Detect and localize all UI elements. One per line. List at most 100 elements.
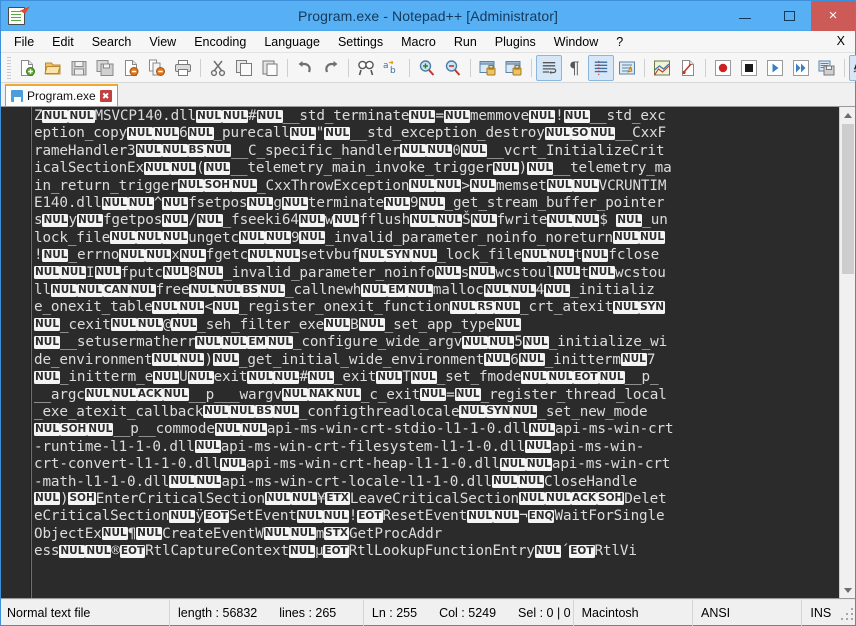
control-char-nul: NUL (521, 248, 548, 262)
control-char-nul: NUL (459, 405, 486, 419)
control-char-nul: NUL (162, 266, 189, 280)
menu-item-macro[interactable]: Macro (392, 33, 445, 51)
control-char-nul: NUL (212, 300, 239, 314)
redo-icon[interactable] (318, 55, 344, 81)
control-char-nul: NUL (334, 388, 361, 401)
control-char-eot: EOT (569, 544, 595, 558)
control-char-nul: NUL (50, 283, 77, 297)
control-char-nul: NUL (34, 422, 61, 436)
menu-item-help[interactable]: ? (607, 33, 632, 51)
tab-bar: Program.exe ✖ (1, 83, 855, 107)
zoom-out-icon[interactable] (440, 55, 466, 81)
spell-check-icon[interactable]: ABC (849, 54, 856, 81)
control-char-nul: NUL (519, 492, 546, 506)
control-char-nul: NUL (221, 335, 248, 349)
control-char-nul: NUL (143, 161, 170, 175)
zoom-in-icon[interactable] (414, 55, 440, 81)
toolbar-gripper[interactable] (7, 56, 11, 79)
replace-icon[interactable]: a b (379, 55, 405, 81)
control-char-nul: NUL (289, 527, 316, 541)
stop-macro-icon[interactable] (736, 55, 762, 81)
control-char-nak: NAK (307, 388, 335, 401)
editor-text-content[interactable]: ZNUL NULMSVCP140.dllNUL NUL#NUL__std_termi… (32, 107, 839, 598)
control-char-nul: NUL (288, 544, 315, 558)
control-char-nul: NUL (493, 509, 520, 523)
menu-item-view[interactable]: View (140, 33, 185, 51)
control-char-nul: NUL (454, 388, 481, 401)
status-insert-mode: INS (810, 605, 832, 620)
menu-item-encoding[interactable]: Encoding (185, 33, 255, 51)
find-icon[interactable] (353, 55, 379, 81)
menu-item-plugins[interactable]: Plugins (486, 33, 545, 51)
control-char-nul: NUL (177, 179, 204, 193)
paste-icon[interactable] (257, 55, 283, 81)
user-defined-dialog-icon[interactable] (614, 55, 640, 81)
control-char-nul: NUL (582, 248, 609, 262)
control-char-nul: NUL (34, 492, 61, 506)
tab-close-icon[interactable]: ✖ (99, 90, 112, 102)
menu-item-settings[interactable]: Settings (329, 33, 392, 51)
save-icon[interactable] (66, 55, 92, 81)
control-char-nul: NUL (145, 248, 172, 262)
status-line-number: Ln : 255 (371, 605, 418, 620)
menu-item-edit[interactable]: Edit (43, 33, 83, 51)
play-macro-icon[interactable] (762, 55, 788, 81)
minimize-button[interactable] (723, 1, 767, 31)
minimize-icon (739, 17, 751, 20)
status-column-number: Col : 5249 (439, 605, 497, 620)
control-char-nul: NUL (214, 422, 241, 436)
control-char-nul: NUL (240, 422, 267, 436)
control-char-nul: NUL (462, 335, 489, 349)
control-char-ack: ACK (136, 388, 163, 401)
sync-horizontal-icon[interactable] (501, 55, 527, 81)
close-all-files-icon[interactable] (144, 55, 170, 81)
control-char-nul: NUL (521, 370, 548, 384)
toolbar-separator (644, 58, 645, 77)
control-char-nul: NUL (324, 126, 351, 140)
cut-icon[interactable] (205, 55, 231, 81)
scrollbar-thumb[interactable] (841, 124, 854, 274)
scroll-down-button[interactable] (839, 582, 855, 598)
document-map-icon[interactable] (649, 55, 675, 81)
tab-program-exe[interactable]: Program.exe ✖ (5, 84, 118, 106)
scrollbar-track[interactable] (839, 275, 855, 582)
word-wrap-icon[interactable] (536, 54, 562, 81)
vertical-scrollbar[interactable] (839, 107, 855, 598)
sync-vertical-icon[interactable] (475, 55, 501, 81)
indent-guide-icon[interactable] (588, 54, 614, 81)
function-list-icon[interactable] (675, 55, 701, 81)
copy-icon[interactable] (231, 55, 257, 81)
control-char-nul: NUL (204, 161, 231, 175)
control-char-nul: NUL (529, 422, 556, 436)
control-char-nul: NUL (410, 370, 437, 384)
control-char-nul: NUL (162, 196, 189, 210)
print-icon[interactable] (170, 55, 196, 81)
open-file-icon[interactable] (40, 55, 66, 81)
menu-item-language[interactable]: Language (255, 33, 329, 51)
close-button[interactable]: × (811, 0, 855, 31)
control-char-nul: NUL (171, 318, 198, 332)
new-file-icon[interactable] (14, 55, 40, 81)
control-char-nul: NUL (544, 126, 571, 140)
scroll-up-button[interactable] (839, 107, 855, 123)
control-char-nul: NUL (161, 144, 188, 158)
menu-item-search[interactable]: Search (83, 33, 141, 51)
close-document-button[interactable]: X (837, 34, 845, 48)
run-macro-multiple-icon[interactable] (788, 55, 814, 81)
arrow-up-icon (843, 112, 852, 118)
maximize-button[interactable] (767, 1, 811, 31)
control-char-nul: NUL (129, 283, 156, 297)
show-all-characters-icon[interactable]: ¶ (562, 55, 588, 81)
svg-text:¶: ¶ (569, 59, 580, 77)
close-file-icon[interactable] (118, 55, 144, 81)
control-char-nul: NUL (34, 370, 61, 384)
control-char-nul: NUL (94, 266, 121, 280)
menu-item-window[interactable]: Window (545, 33, 607, 51)
undo-icon[interactable] (292, 55, 318, 81)
save-all-icon[interactable] (92, 55, 118, 81)
resize-grip[interactable] (839, 602, 855, 623)
record-macro-icon[interactable] (710, 55, 736, 81)
menu-item-file[interactable]: File (5, 33, 43, 51)
menu-item-run[interactable]: Run (445, 33, 486, 51)
save-macro-icon[interactable] (814, 55, 840, 81)
